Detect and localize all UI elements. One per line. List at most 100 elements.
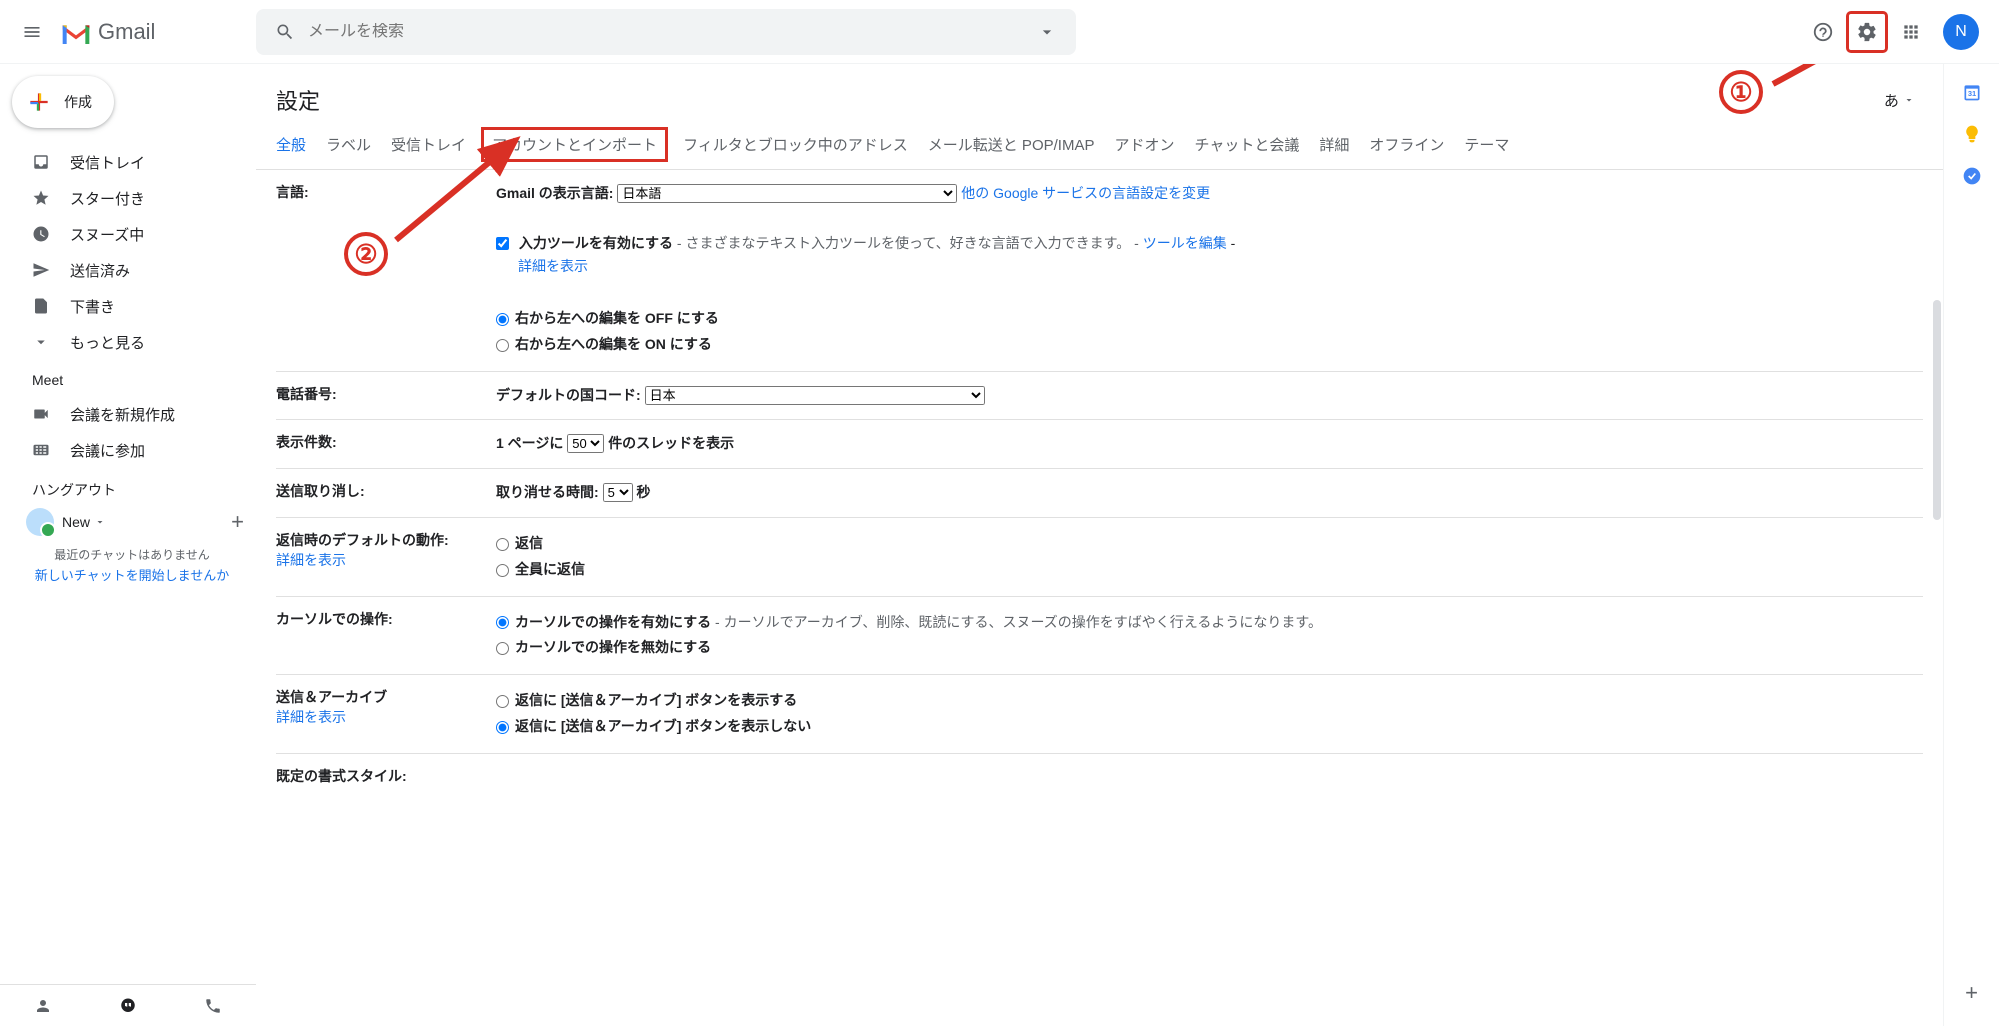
rtl-off-label: 右から左への編集を OFF にする: [515, 310, 719, 326]
search-input[interactable]: [308, 23, 1024, 41]
reply-radio[interactable]: [496, 538, 509, 551]
pagesize-select[interactable]: 50: [567, 434, 604, 453]
annotation-arrow-2: [386, 130, 536, 250]
tasks-addon[interactable]: [1962, 166, 1982, 186]
language-details-link[interactable]: 詳細を表示: [518, 258, 588, 274]
reply-label: 返信: [515, 535, 543, 551]
edit-tool-link[interactable]: ツールを編集: [1143, 235, 1227, 251]
bottom-tab-phone[interactable]: [171, 985, 256, 1026]
add-addon-button[interactable]: +: [1965, 980, 1978, 1006]
add-contact-button[interactable]: +: [231, 509, 244, 535]
rtl-off-radio[interactable]: [496, 313, 509, 326]
cursor-off-radio[interactable]: [496, 642, 509, 655]
search-options-button[interactable]: [1024, 22, 1070, 42]
annotation-marker-2: ②: [344, 232, 388, 276]
keyboard-icon: [32, 441, 50, 459]
cursor-off-label: カーソルでの操作を無効にする: [515, 639, 711, 655]
tab-details[interactable]: 詳細: [1319, 132, 1349, 157]
row-label-archive: 送信＆アーカイブ 詳細を表示: [276, 687, 496, 741]
annotation-arrow-1: [1763, 64, 1903, 94]
pagesize-prefix: 1 ページに: [496, 435, 567, 451]
star-icon: [32, 189, 50, 207]
svg-text:31: 31: [1967, 89, 1975, 98]
nav-snoozed[interactable]: スヌーズ中: [8, 216, 256, 252]
inbox-icon: [32, 153, 50, 171]
calendar-icon: 31: [1962, 82, 1982, 102]
row-label-pagesize: 表示件数:: [276, 432, 496, 456]
calendar-addon[interactable]: 31: [1962, 82, 1982, 102]
hangouts-user-row[interactable]: New +: [8, 504, 256, 540]
presence-avatar: [26, 508, 54, 536]
keep-addon[interactable]: [1962, 124, 1982, 144]
input-tool-desc: - さまざまなテキスト入力ツールを使って、好きな言語で入力できます。 -: [677, 235, 1143, 251]
gear-icon: [1856, 21, 1878, 43]
undo-select[interactable]: 5: [603, 483, 633, 502]
undo-prefix: 取り消せる時間:: [496, 484, 603, 500]
draft-icon: [32, 297, 50, 315]
tasks-icon: [1962, 166, 1982, 186]
display-language-select[interactable]: 日本語: [617, 184, 957, 203]
cursor-on-desc: - カーソルでアーカイブ、削除、既読にする、スヌーズの操作をすばやく行えるように…: [711, 614, 1322, 630]
hangouts-new-chat-link[interactable]: 新しいチャットを開始しませんか: [8, 565, 256, 588]
tab-forwarding[interactable]: メール転送と POP/IMAP: [928, 132, 1095, 157]
meet-join[interactable]: 会議に参加: [8, 432, 256, 468]
gmail-text: Gmail: [98, 19, 155, 45]
annotation-marker-1: ①: [1719, 70, 1763, 114]
gmail-icon: [60, 20, 92, 44]
bottom-tab-contacts[interactable]: [0, 985, 85, 1026]
nav-inbox[interactable]: 受信トレイ: [8, 144, 256, 180]
nav-sent[interactable]: 送信済み: [8, 252, 256, 288]
tab-filters[interactable]: フィルタとブロック中のアドレス: [683, 132, 908, 157]
nav-drafts[interactable]: 下書き: [8, 288, 256, 324]
rtl-on-radio[interactable]: [496, 339, 509, 352]
account-avatar[interactable]: N: [1943, 14, 1979, 50]
hangouts-icon: [119, 997, 137, 1015]
cursor-on-radio[interactable]: [496, 616, 509, 629]
help-icon: [1812, 21, 1834, 43]
archive-details-link[interactable]: 詳細を表示: [276, 709, 346, 725]
apps-grid-icon: [1901, 22, 1921, 42]
search-bar[interactable]: [256, 9, 1076, 55]
chevron-down-icon: [32, 333, 50, 351]
input-tool-label: 入力ツールを有効にする: [519, 235, 673, 251]
reply-details-link[interactable]: 詳細を表示: [276, 552, 346, 568]
meet-new[interactable]: 会議を新規作成: [8, 396, 256, 432]
country-code-select[interactable]: 日本: [645, 386, 985, 405]
tab-labels[interactable]: ラベル: [326, 132, 371, 157]
row-label-phone: 電話番号:: [276, 384, 496, 408]
gmail-logo[interactable]: Gmail: [60, 19, 155, 45]
replyall-label: 全員に返信: [515, 561, 585, 577]
nav-starred[interactable]: スター付き: [8, 180, 256, 216]
nav-more[interactable]: もっと見る: [8, 324, 256, 360]
archive-show-label: 返信に [送信＆アーカイブ] ボタンを表示する: [515, 692, 797, 708]
tab-addons[interactable]: アドオン: [1114, 132, 1174, 157]
menu-button[interactable]: [8, 8, 56, 56]
other-services-link[interactable]: 他の Google サービスの言語設定を変更: [961, 185, 1210, 201]
hangouts-recent-text: 最近のチャットはありません: [8, 540, 256, 565]
compose-button[interactable]: 作成: [12, 76, 114, 128]
cursor-on-label: カーソルでの操作を有効にする: [515, 614, 711, 630]
keep-icon: [1962, 124, 1982, 144]
plus-icon: [26, 89, 52, 115]
tab-general[interactable]: 全般: [276, 132, 306, 157]
archive-hide-label: 返信に [送信＆アーカイブ] ボタンを表示しない: [515, 718, 811, 734]
archive-hide-radio[interactable]: [496, 721, 509, 734]
send-icon: [32, 261, 50, 279]
search-icon: [275, 22, 295, 42]
hangouts-section-label: ハングアウト: [8, 468, 256, 504]
compose-label: 作成: [64, 92, 92, 112]
archive-show-radio[interactable]: [496, 695, 509, 708]
tab-chat[interactable]: チャットと会議: [1194, 132, 1299, 157]
person-icon: [34, 997, 52, 1015]
apps-button[interactable]: [1891, 12, 1931, 52]
tab-theme[interactable]: テーマ: [1464, 132, 1509, 157]
country-code-label: デフォルトの国コード:: [496, 387, 641, 403]
tab-offline[interactable]: オフライン: [1369, 132, 1444, 157]
scrollbar[interactable]: [1933, 300, 1941, 520]
replyall-radio[interactable]: [496, 564, 509, 577]
support-button[interactable]: [1803, 12, 1843, 52]
settings-button[interactable]: [1847, 12, 1887, 52]
bottom-tab-hangouts[interactable]: [85, 985, 170, 1026]
row-label-cursor: カーソルでの操作:: [276, 609, 496, 663]
settings-title: 設定: [276, 84, 320, 116]
